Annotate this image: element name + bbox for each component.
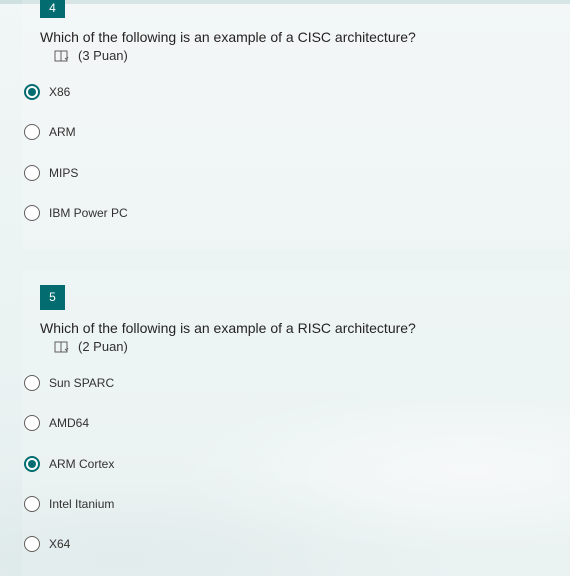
option-label: AMD64: [49, 416, 90, 430]
option-ibm-power-pc[interactable]: IBM Power PC: [24, 203, 128, 223]
option-mips[interactable]: MIPS: [24, 163, 78, 183]
option-label: ARM: [49, 125, 76, 139]
radio-button[interactable]: [24, 536, 40, 552]
radio-button-selected[interactable]: [24, 84, 40, 100]
option-amd64[interactable]: AMD64: [24, 413, 89, 433]
question-card-5: [22, 270, 570, 576]
question-number-badge: 4: [40, 0, 65, 18]
option-x86[interactable]: X86: [24, 82, 70, 102]
option-label: Sun SPARC: [49, 376, 115, 390]
radio-button[interactable]: [24, 205, 40, 221]
radio-button[interactable]: [24, 124, 40, 140]
question-text: Which of the following is an example of …: [40, 29, 416, 45]
radio-button[interactable]: [24, 165, 40, 181]
option-label: X64: [49, 537, 71, 551]
immersive-reader-icon[interactable]: [54, 340, 70, 354]
option-sun-sparc[interactable]: Sun SPARC: [24, 373, 114, 393]
option-label: MIPS: [49, 166, 79, 180]
question-number-badge: 5: [40, 285, 65, 310]
option-label: IBM Power PC: [49, 206, 128, 220]
option-x64[interactable]: X64: [24, 534, 70, 554]
question-points: (3 Puan): [54, 48, 128, 63]
option-label: X86: [49, 85, 71, 99]
points-label: (2 Puan): [78, 339, 128, 354]
radio-button-selected[interactable]: [24, 456, 40, 472]
radio-button[interactable]: [24, 496, 40, 512]
option-intel-itanium[interactable]: Intel Itanium: [24, 494, 114, 514]
question-points: (2 Puan): [54, 339, 128, 354]
immersive-reader-icon[interactable]: [54, 49, 70, 63]
option-arm-cortex[interactable]: ARM Cortex: [24, 454, 114, 474]
option-label: Intel Itanium: [49, 497, 115, 511]
radio-button[interactable]: [24, 375, 40, 391]
option-arm[interactable]: ARM: [24, 122, 76, 142]
radio-button[interactable]: [24, 415, 40, 431]
option-label: ARM Cortex: [49, 457, 115, 471]
points-label: (3 Puan): [78, 48, 128, 63]
question-text: Which of the following is an example of …: [40, 320, 416, 336]
